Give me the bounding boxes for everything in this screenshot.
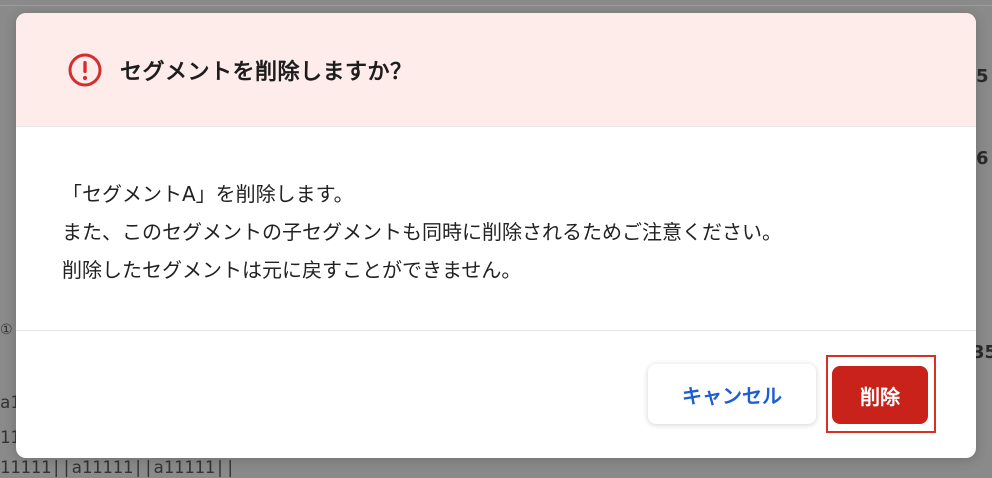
message-line: 削除したセグメントは元に戻すことができません。 bbox=[62, 258, 522, 282]
dialog-title: セグメントを削除しますか？ bbox=[120, 59, 413, 85]
delete-segment-dialog: セグメントを削除しますか？ 「セグメントA」を削除します。 また、このセグメント… bbox=[16, 13, 976, 458]
cancel-button[interactable]: キャンセル bbox=[648, 364, 816, 424]
dialog-header: セグメントを削除しますか？ bbox=[16, 13, 976, 126]
background-fragment: 11111||a11111||a11111|| bbox=[0, 458, 236, 478]
exclamation-circle-icon bbox=[68, 53, 102, 86]
background-fragment: 6 bbox=[976, 148, 989, 169]
background-divider bbox=[0, 5, 992, 6]
dialog-footer: キャンセル 削除 bbox=[16, 331, 976, 458]
dialog-message: 「セグメントA」を削除します。 また、このセグメントの子セグメントも同時に削除さ… bbox=[16, 127, 976, 330]
background-fragment: ① bbox=[0, 322, 13, 338]
message-line: また、このセグメントの子セグメントも同時に削除されるためご注意ください。 bbox=[62, 220, 782, 244]
message-line: 「セグメントA」を削除します。 bbox=[62, 182, 354, 206]
background-fragment: 5 bbox=[976, 66, 989, 87]
delete-button[interactable]: 削除 bbox=[832, 366, 928, 424]
